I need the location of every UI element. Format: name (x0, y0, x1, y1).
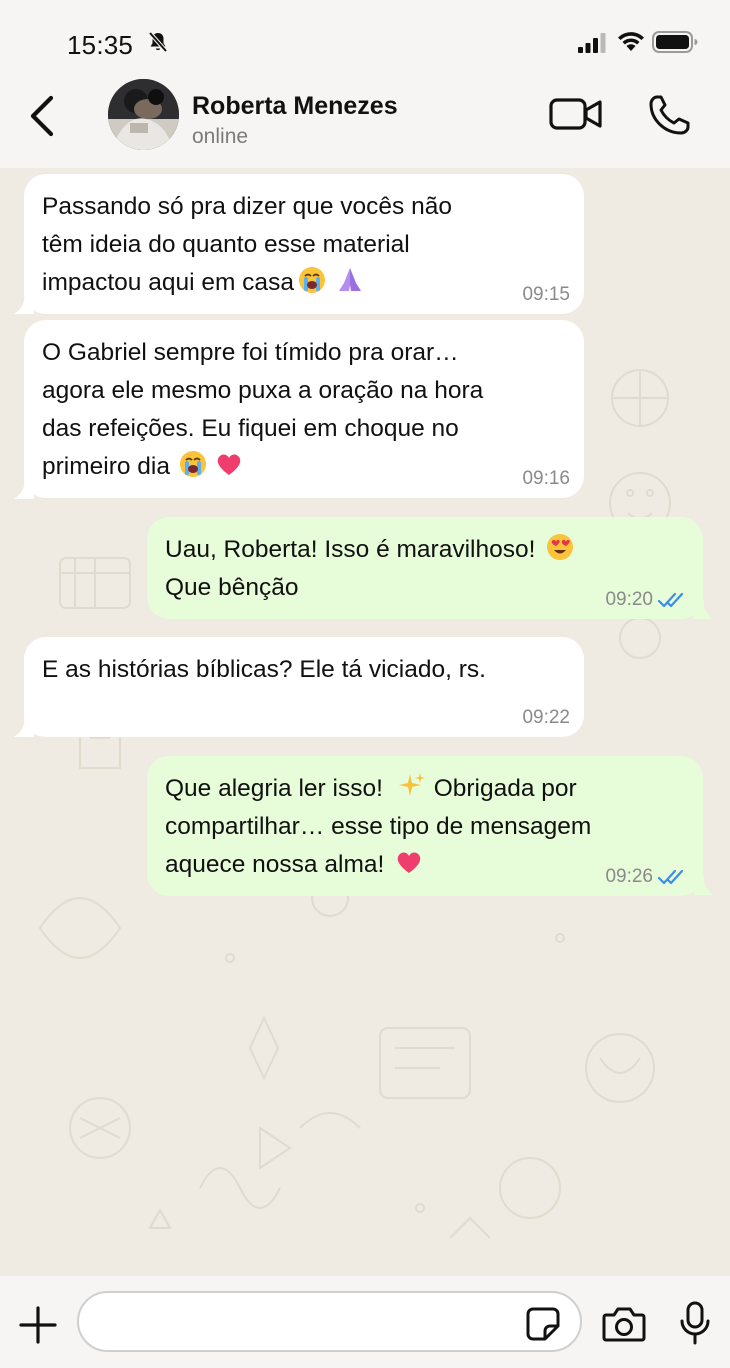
message-bubble-incoming[interactable]: O Gabriel sempre foi tímido pra orar… ag… (24, 320, 584, 498)
message-bubble-incoming[interactable]: E as histórias bíblicas? Ele tá viciado,… (24, 637, 584, 737)
message-text: O Gabriel sempre foi tímido pra orar… ag… (42, 339, 484, 480)
sparkles-emoji (398, 773, 425, 796)
avatar[interactable] (108, 79, 179, 150)
message-time: 09:22 (522, 707, 570, 728)
message-text: Que alegria ler isso! Obrigada por compar… (165, 770, 591, 884)
message-time: 09:16 (522, 468, 570, 489)
message-bubble-outgoing[interactable]: Uau, Roberta! Isso é maravilhoso! Que bên… (147, 517, 703, 619)
status-bar: 15:35 (0, 0, 730, 82)
message-text: Uau, Roberta! Isso é maravilhoso! Que bên… (165, 531, 575, 607)
avatar-photo (108, 79, 179, 150)
message-text: E as histórias bíblicas? Ele tá viciado,… (42, 656, 486, 683)
video-call-icon[interactable] (549, 96, 603, 132)
message-time: 09:20 (605, 589, 653, 610)
read-ticks-icon (657, 869, 684, 885)
bell-slash-icon (148, 31, 168, 53)
microphone-icon[interactable] (680, 1301, 710, 1345)
heart-eyes-face-emoji (547, 534, 574, 560)
message-composer (0, 1276, 730, 1368)
loudly-crying-face-emoji (180, 451, 206, 477)
folded-hands-emoji (338, 268, 361, 291)
signal-icon (578, 33, 606, 53)
read-ticks-icon (657, 592, 684, 608)
red-heart-emoji (398, 852, 421, 873)
back-chevron-icon[interactable] (24, 94, 60, 138)
message-time: 09:15 (522, 284, 570, 305)
wifi-icon (618, 32, 644, 51)
message-text: Passando só pra dizer que vocês não têm … (42, 193, 452, 296)
loudly-crying-face-emoji (298, 267, 325, 293)
message-time: 09:26 (605, 866, 653, 887)
battery-icon (652, 31, 698, 53)
chat-header: Roberta Menezes online (0, 79, 730, 168)
message-input[interactable] (77, 1291, 582, 1352)
camera-icon[interactable] (602, 1306, 646, 1342)
red-heart-emoji (217, 454, 241, 475)
sticker-icon[interactable] (525, 1306, 561, 1342)
status-time: 15:35 (67, 30, 134, 60)
chat-area[interactable]: Passando só pra dizer que vocês não têm … (0, 168, 730, 1276)
message-bubble-outgoing[interactable]: Que alegria ler isso! Obrigada por compar… (147, 756, 703, 896)
contact-name[interactable]: Roberta Menezes (192, 92, 398, 121)
plus-icon[interactable] (19, 1306, 57, 1344)
contact-status: online (192, 125, 249, 148)
message-bubble-incoming[interactable]: Passando só pra dizer que vocês não têm … (24, 174, 584, 314)
phone-icon[interactable] (648, 94, 692, 136)
